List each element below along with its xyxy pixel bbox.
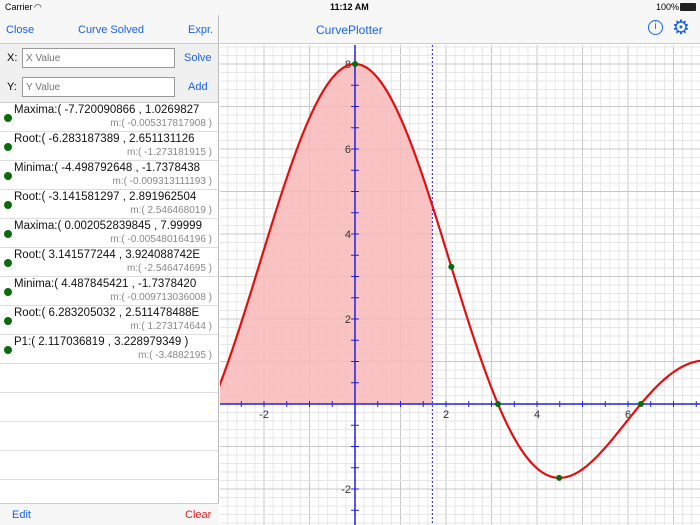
- item-text: Root:( -3.141581297 , 2.891962504: [14, 191, 197, 203]
- empty-row: [0, 364, 218, 393]
- solve-button[interactable]: Solve: [184, 52, 212, 64]
- item-slope: m:( -1.273181915 ): [126, 147, 212, 158]
- item-slope: m:( -2.546474695 ): [126, 263, 212, 274]
- gear-icon[interactable]: ⚙: [672, 15, 690, 40]
- item-slope: m:( -0.005480164196 ): [110, 234, 212, 245]
- expr-button[interactable]: Expr.: [188, 24, 213, 36]
- point-dot-icon: [4, 114, 12, 122]
- list-item[interactable]: P1:( 2.117036819 , 3.228979349 ) m:( -3.4…: [0, 335, 218, 364]
- y-tick-label: 4: [345, 229, 351, 241]
- right-nav-bar: CurvePlotter i ⚙: [220, 15, 700, 44]
- carrier: Carrier: [5, 2, 33, 12]
- y-tick-label: -2: [341, 484, 351, 496]
- curve-point: [352, 61, 359, 68]
- edit-button[interactable]: Edit: [12, 509, 31, 521]
- empty-row: [0, 451, 218, 480]
- item-text: P1:( 2.117036819 , 3.228979349 ): [14, 336, 189, 348]
- close-button[interactable]: Close: [6, 24, 34, 36]
- curve-point: [637, 401, 644, 407]
- bottom-toolbar: Edit Clear: [0, 503, 219, 525]
- item-slope: m:( -3.4882195 ): [138, 350, 212, 361]
- list-item[interactable]: Root:( 3.141577244 , 3.924088742E m:( -2.…: [0, 248, 218, 277]
- x-tick-label: -2: [259, 409, 269, 421]
- list-item[interactable]: Minima:( -4.498792648 , -1.7378438 m:( -0…: [0, 161, 218, 190]
- point-dot-icon: [4, 288, 12, 296]
- time: 11:12 AM: [330, 2, 369, 12]
- item-text: Root:( 6.283205032 , 2.511478488E: [14, 307, 200, 319]
- list-item[interactable]: Root:( 6.283205032 , 2.511478488E m:( 1.2…: [0, 306, 218, 335]
- solution-list: Maxima:( -7.720090866 , 1.0269827 m:( -0.…: [0, 102, 218, 480]
- item-slope: m:( -0.005317817908 ): [110, 118, 212, 129]
- point-dot-icon: [4, 143, 12, 151]
- wifi-icon: ◠: [34, 2, 42, 12]
- item-slope: m:( 1.273174644 ): [130, 321, 212, 332]
- point-dot-icon: [4, 230, 12, 238]
- item-text: Root:( -6.283187389 , 2.651131126: [14, 133, 195, 145]
- battery-level: 100%: [656, 2, 680, 12]
- empty-row: [0, 393, 218, 422]
- list-item[interactable]: Maxima:( -7.720090866 , 1.0269827 m:( -0.…: [0, 103, 218, 132]
- y-value-input[interactable]: [22, 77, 175, 97]
- list-item[interactable]: Minima:( 4.487845421 , -1.7378420 m:( -0.…: [0, 277, 218, 306]
- plot-area: CurvePlotter i ⚙ -2 2 4 6 8 6 4 2 -2: [220, 15, 700, 525]
- info-icon[interactable]: i: [648, 20, 663, 35]
- item-text: Maxima:( -7.720090866 , 1.0269827: [14, 104, 200, 116]
- point-dot-icon: [4, 172, 12, 180]
- solutions-panel: Close Curve Solved Expr. X: Solve Y: Add…: [0, 15, 219, 525]
- y-tick-label: 6: [345, 144, 351, 156]
- y-row: Y: Add: [0, 73, 218, 102]
- list-item[interactable]: Root:( -6.283187389 , 2.651131126 m:( -1.…: [0, 132, 218, 161]
- curve-point: [448, 263, 455, 270]
- left-nav-bar: Close Curve Solved Expr.: [0, 15, 218, 44]
- point-dot-icon: [4, 317, 12, 325]
- item-slope: m:( -0.009713036008 ): [110, 292, 212, 303]
- x-value-input[interactable]: [22, 48, 175, 68]
- x-row: X: Solve: [0, 44, 218, 73]
- item-slope: m:( -0.009313111193 ): [112, 176, 212, 187]
- clear-button[interactable]: Clear: [185, 509, 211, 521]
- point-dot-icon: [4, 201, 12, 209]
- battery-icon: [680, 3, 696, 11]
- item-text: Root:( 3.141577244 , 3.924088742E: [14, 249, 201, 261]
- empty-row: [0, 422, 218, 451]
- panel-title: Curve Solved: [78, 24, 145, 36]
- item-text: Minima:( -4.498792648 , -1.7378438: [14, 162, 201, 174]
- app-title: CurvePlotter: [316, 23, 383, 37]
- x-tick-label: 2: [443, 409, 449, 421]
- item-text: Minima:( 4.487845421 , -1.7378420: [14, 278, 197, 290]
- add-button[interactable]: Add: [188, 81, 208, 93]
- item-text: Maxima:( 0.002052839845 , 7.99999: [14, 220, 202, 232]
- item-slope: m:( 2.546468019 ): [130, 205, 212, 216]
- list-item[interactable]: Maxima:( 0.002052839845 , 7.99999 m:( -0.…: [0, 219, 218, 248]
- x-tick-label: 4: [534, 409, 540, 421]
- y-label: Y:: [7, 81, 17, 93]
- plot-canvas[interactable]: -2 2 4 68642-2: [220, 45, 700, 525]
- point-dot-icon: [4, 346, 12, 354]
- y-tick-label: 2: [345, 314, 351, 326]
- curve-point: [556, 474, 563, 481]
- point-dot-icon: [4, 259, 12, 267]
- list-item[interactable]: Root:( -3.141581297 , 2.891962504 m:( 2.5…: [0, 190, 218, 219]
- x-label: X:: [7, 52, 18, 64]
- curve-point: [494, 401, 501, 407]
- status-bar: Carrier ◠ 11:12 AM 100%: [0, 0, 700, 15]
